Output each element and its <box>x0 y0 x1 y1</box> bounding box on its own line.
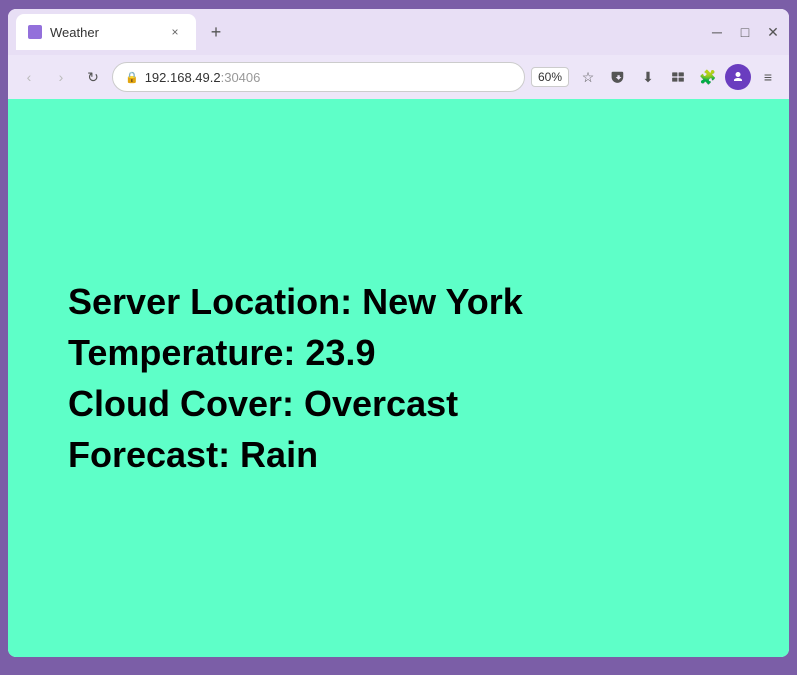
profile-icon[interactable] <box>725 64 751 90</box>
weather-location: Server Location: New York <box>68 280 523 323</box>
forward-button[interactable]: › <box>48 64 74 90</box>
synced-tabs-icon[interactable] <box>665 64 691 90</box>
close-window-button[interactable]: ✕ <box>765 24 781 41</box>
weather-forecast: Forecast: Rain <box>68 433 523 476</box>
maximize-button[interactable]: □ <box>737 24 753 40</box>
tab-close-button[interactable]: × <box>166 23 184 41</box>
minimize-button[interactable]: ─ <box>709 24 725 40</box>
zoom-badge[interactable]: 60% <box>531 67 569 87</box>
title-bar: Weather × + ─ □ ✕ <box>8 9 789 55</box>
address-text: 192.168.49.2:30406 <box>145 70 512 85</box>
download-icon[interactable]: ⬇ <box>635 64 661 90</box>
menu-icon[interactable]: ≡ <box>755 64 781 90</box>
browser-window: Weather × + ─ □ ✕ ‹ › ↻ 🔒 192.168.49.2:3… <box>8 9 789 657</box>
window-controls: ─ □ ✕ <box>709 24 781 41</box>
extensions-icon[interactable]: 🧩 <box>695 64 721 90</box>
weather-cloud-cover: Cloud Cover: Overcast <box>68 382 523 425</box>
new-tab-button[interactable]: + <box>202 18 230 46</box>
page-content: Server Location: New York Temperature: 2… <box>8 99 789 657</box>
security-icon: 🔒 <box>125 71 139 84</box>
reload-button[interactable]: ↻ <box>80 64 106 90</box>
address-bar: ‹ › ↻ 🔒 192.168.49.2:30406 60% ☆ ⬇ 🧩 ≡ <box>8 55 789 99</box>
weather-temperature: Temperature: 23.9 <box>68 331 523 374</box>
address-field[interactable]: 🔒 192.168.49.2:30406 <box>112 62 525 92</box>
active-tab[interactable]: Weather × <box>16 14 196 50</box>
tab-favicon <box>28 25 42 39</box>
tab-title: Weather <box>50 25 158 40</box>
back-button[interactable]: ‹ <box>16 64 42 90</box>
pocket-icon[interactable] <box>605 64 631 90</box>
toolbar-icons: ☆ ⬇ 🧩 ≡ <box>575 64 781 90</box>
weather-info: Server Location: New York Temperature: 2… <box>68 280 523 477</box>
bookmark-icon[interactable]: ☆ <box>575 64 601 90</box>
